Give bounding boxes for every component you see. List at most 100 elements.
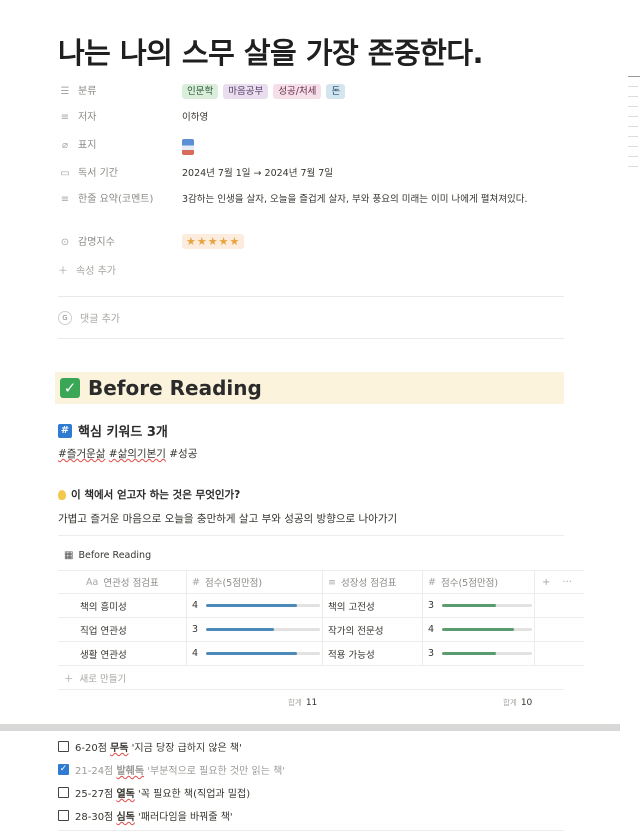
checkbox[interactable] <box>58 787 69 798</box>
title-property-icon: Aa <box>86 576 99 588</box>
star-rating: ★★★★★ <box>182 234 245 249</box>
outline-line <box>628 96 638 97</box>
column-actions: + ··· <box>542 571 572 593</box>
property-label-text: 저자 <box>78 112 97 123</box>
property-value[interactable]: 이하영 <box>182 108 568 128</box>
property-label: ≡ 한줄 요약(코멘트) <box>58 190 182 210</box>
property-cover[interactable]: ⌀ 표지 <box>58 136 568 156</box>
todo-description: '지금 당장 급하지 않은 책' <box>128 743 242 754</box>
question-heading[interactable]: 이 책에서 얻고자 하는 것은 무엇인가? <box>58 487 240 502</box>
select-icon: ⊙ <box>60 237 70 248</box>
property-value[interactable]: 2024년 7월 1일 → 2024년 7월 7일 <box>182 164 568 184</box>
property-value-tags[interactable]: 인문학 마음공부 성공/처세 돈 <box>182 82 568 102</box>
outline-line <box>628 166 638 167</box>
score-bar-fill <box>206 628 275 631</box>
checkbox-checked[interactable]: ✓ <box>58 764 69 775</box>
property-category[interactable]: ☰ 분류 인문학 마음공부 성공/처세 돈 <box>58 82 568 102</box>
property-summary[interactable]: ≡ 한줄 요약(코멘트) 3감하는 인생을 살자, 오늘을 즐겁게 살자, 부와… <box>58 190 568 210</box>
cell-score-2[interactable]: 3 <box>422 642 534 665</box>
cell-relevance[interactable]: 직업 연관성 <box>58 618 186 641</box>
property-author[interactable]: ≡ 저자 이하영 <box>58 108 568 128</box>
score-bar <box>206 628 321 631</box>
divider <box>58 830 564 831</box>
paperclip-icon: ⌀ <box>61 140 69 151</box>
todo-item[interactable]: 25-27점 열독 '꼭 필요한 책(직업과 밀접) <box>58 785 250 800</box>
cell-growth[interactable]: 작가의 전문성 <box>322 618 422 641</box>
checkbox[interactable] <box>58 810 69 821</box>
column-header-score-1[interactable]: # 점수(5점만점) <box>186 571 322 593</box>
column-sum-1[interactable]: 합계 11 <box>288 697 317 708</box>
new-row-button[interactable]: ＋ 새로 만들기 <box>64 671 126 685</box>
number-property-icon: # <box>428 576 436 588</box>
keywords-text[interactable]: #즐거운삶 #삶의기본기 #성공 <box>58 446 197 461</box>
checkbox[interactable] <box>58 741 69 752</box>
column-divider <box>534 594 535 617</box>
heading-text: 이 책에서 얻고자 하는 것은 무엇인가? <box>71 489 241 501</box>
property-label-text: 표지 <box>78 140 97 151</box>
book-cover-thumbnail[interactable] <box>182 138 194 155</box>
text-icon: ≡ <box>60 194 70 205</box>
property-value-rating[interactable]: ★★★★★ <box>182 233 568 253</box>
keyword: #즐거운삶 <box>58 448 106 460</box>
cell-relevance[interactable]: 책의 흥미성 <box>58 594 186 617</box>
cell-score-2[interactable]: 4 <box>422 618 534 641</box>
cell-score-1[interactable]: 3 <box>186 618 322 641</box>
property-reading-period[interactable]: ▭ 독서 기간 2024년 7월 1일 → 2024년 7월 7일 <box>58 164 568 184</box>
keywords-heading[interactable]: # 핵심 키워드 3개 <box>58 421 168 440</box>
outline-line <box>628 106 638 107</box>
page-title[interactable]: 나는 나의 스무 살을 가장 존중한다. <box>58 30 484 72</box>
heading-text: 핵심 키워드 3개 <box>78 425 168 440</box>
divider <box>58 338 564 339</box>
sum-label: 합계 <box>503 698 517 707</box>
property-value[interactable]: 3감하는 인생을 살자, 오늘을 즐겁게 살자, 부와 풍요의 미래는 이미 나… <box>182 190 568 207</box>
tag: 마음공부 <box>223 84 269 99</box>
table-row[interactable]: 생활 연관성 4 적용 가능성 3 <box>58 642 584 666</box>
column-sum-2[interactable]: 합계 10 <box>503 697 532 708</box>
column-header-relevance[interactable]: Aa 연관성 점검표 <box>80 571 186 593</box>
score-bar <box>442 652 533 655</box>
table-row[interactable]: 책의 흥미성 4 책의 고전성 3 <box>58 594 584 618</box>
calendar-icon: ▭ <box>60 168 70 179</box>
score-bar-fill <box>442 628 515 631</box>
table-header: Aa 연관성 점검표 # 점수(5점만점) ≡ 성장성 점검표 # 점수(5점만… <box>58 570 584 594</box>
add-property-button[interactable]: ＋ 속성 추가 <box>58 262 116 277</box>
database-title[interactable]: ▦ Before Reading <box>64 550 151 561</box>
section-band <box>0 724 620 731</box>
check-mark-icon: ✓ <box>60 378 80 398</box>
outline-rail[interactable] <box>628 76 640 176</box>
new-row-label: 새로 만들기 <box>79 674 127 685</box>
todo-item[interactable]: ✓ 21-24점 발췌독 '부분적으로 필요한 것만 읽는 책' <box>58 762 285 777</box>
cell-growth[interactable]: 적용 가능성 <box>322 642 422 665</box>
outline-line <box>628 156 638 157</box>
todo-keyword: 심독 <box>116 812 135 823</box>
score-value: 4 <box>192 600 199 611</box>
question-answer[interactable]: 가볍고 즐거운 마음으로 오늘을 충만하게 살고 부와 성공의 방향으로 나아가… <box>58 511 397 526</box>
todo-item[interactable]: 28-30점 심독 '패러다임을 바꿔줄 책' <box>58 808 233 823</box>
cell-score-2[interactable]: 3 <box>422 594 534 617</box>
avatar: G <box>58 310 72 325</box>
outline-line <box>628 116 638 117</box>
column-header-score-2[interactable]: # 점수(5점만점) <box>422 571 534 593</box>
table-row[interactable]: 직업 연관성 3 작가의 전문성 4 <box>58 618 584 642</box>
keyword: #성공 <box>169 448 198 460</box>
add-column-button[interactable]: + <box>542 577 550 588</box>
callout-title: Before Reading <box>88 376 262 400</box>
score-bar <box>206 604 321 607</box>
callout-block[interactable]: ✓ Before Reading <box>55 372 564 404</box>
add-comment[interactable]: G 댓글 추가 <box>58 310 120 325</box>
cell-score-1[interactable]: 4 <box>186 594 322 617</box>
cell-relevance[interactable]: 생활 연관성 <box>58 642 186 665</box>
divider <box>58 689 564 690</box>
table-icon: ▦ <box>64 550 74 561</box>
todo-range: 28-30점 <box>75 812 117 823</box>
more-options-button[interactable]: ··· <box>562 577 572 588</box>
column-label: 점수(5점만점) <box>440 578 499 589</box>
cell-score-1[interactable]: 4 <box>186 642 322 665</box>
score-value: 3 <box>428 648 435 659</box>
property-label-text: 감명지수 <box>78 237 115 248</box>
property-value-file[interactable] <box>182 136 568 156</box>
todo-item[interactable]: 6-20점 무독 '지금 당장 급하지 않은 책' <box>58 739 242 754</box>
cell-growth[interactable]: 책의 고전성 <box>322 594 422 617</box>
property-rating[interactable]: ⊙ 감명지수 ★★★★★ <box>58 233 568 253</box>
column-header-growth[interactable]: ≡ 성장성 점검표 <box>322 571 422 593</box>
